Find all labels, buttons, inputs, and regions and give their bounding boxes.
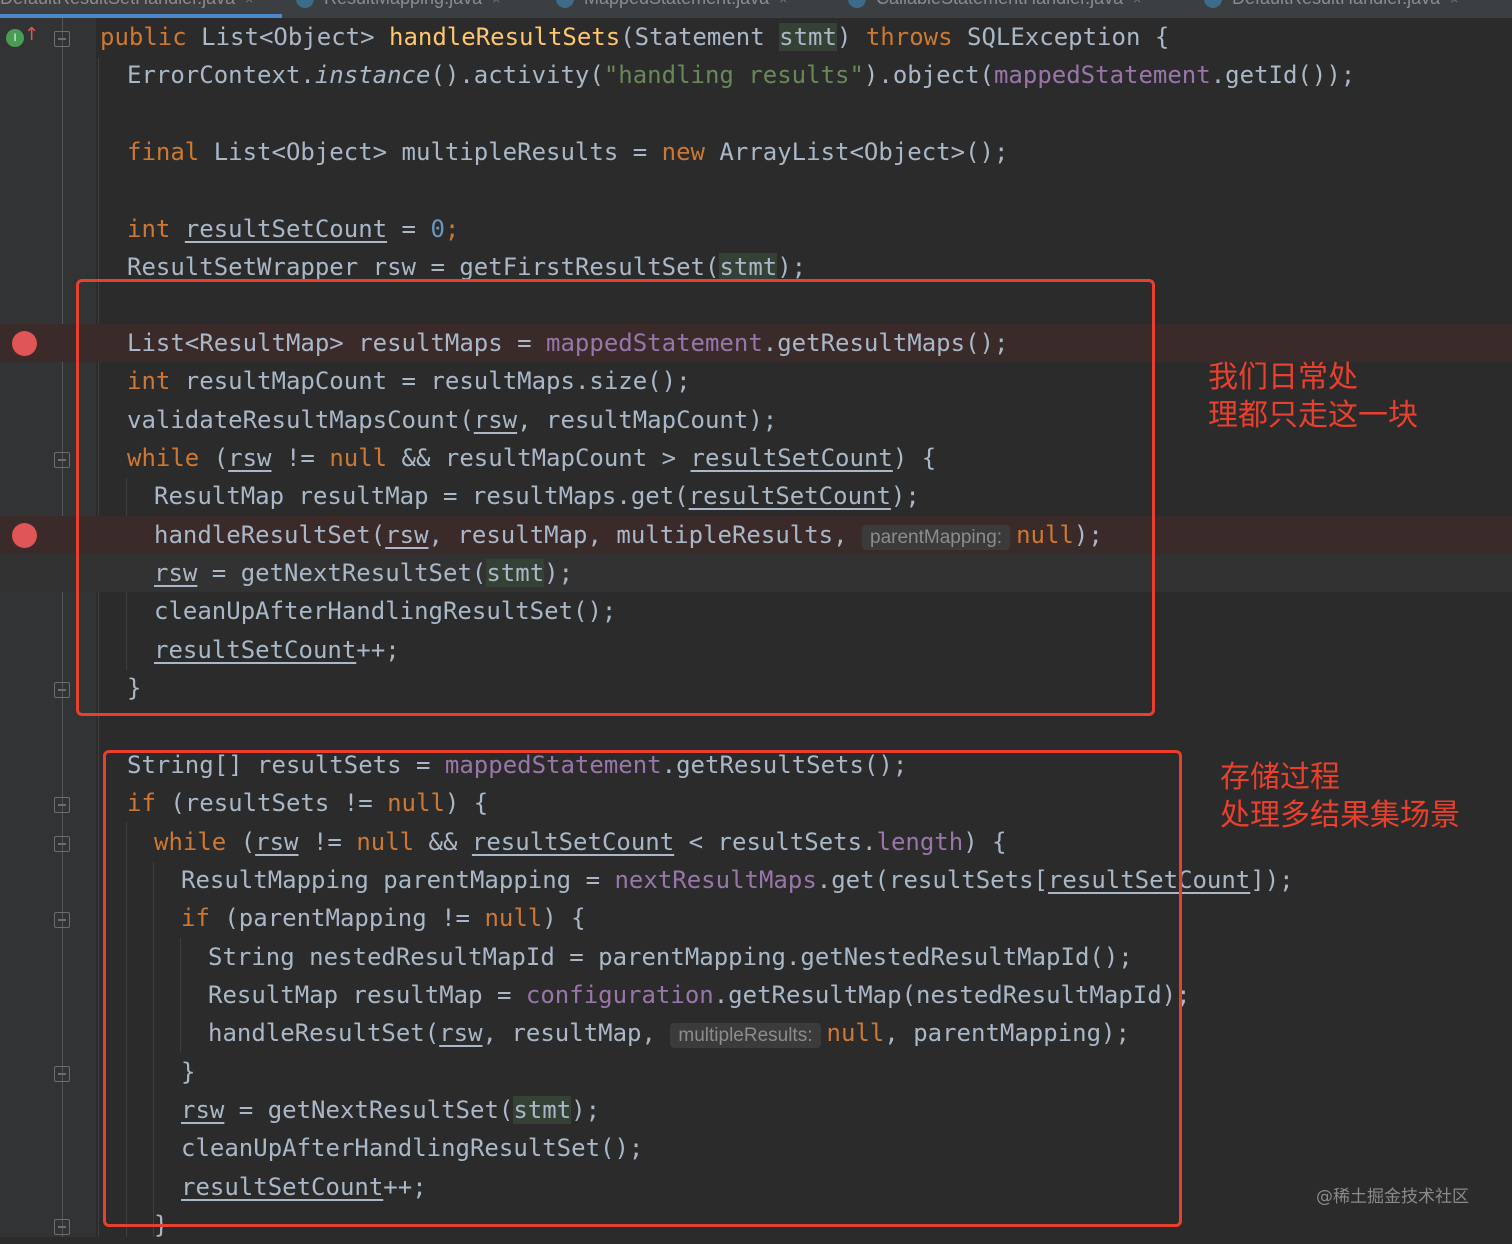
annotation-note-normal-flow: 我们日常处 理都只走这一块	[1208, 359, 1418, 435]
close-icon[interactable]: ×	[1450, 0, 1458, 7]
code-line[interactable]: public List<Object> handleResultSets(Sta…	[0, 18, 1512, 56]
tab-mapped-statement[interactable]: MappedStatement.java ×	[556, 0, 787, 12]
annotation-line: 处理多结果集场景	[1220, 798, 1460, 833]
java-class-icon	[296, 0, 314, 9]
tab-result-mapping[interactable]: ResultMapping.java ×	[296, 0, 500, 12]
close-icon[interactable]: ×	[245, 0, 253, 7]
tab-label: MappedStatement.java	[584, 0, 769, 8]
close-icon[interactable]: ×	[1133, 0, 1141, 7]
java-class-icon	[848, 0, 866, 9]
close-icon[interactable]: ×	[779, 0, 787, 7]
code-text: public List<Object> handleResultSets(Sta…	[100, 23, 1170, 51]
code-text: int resultSetCount = 0;	[127, 215, 460, 243]
code-line[interactable]: ErrorContext.instance().activity("handli…	[0, 56, 1512, 94]
code-line[interactable]: int resultSetCount = 0;	[0, 210, 1512, 248]
annotation-line: 我们日常处	[1208, 360, 1358, 395]
tab-label: CallableStatementHandler.java	[876, 0, 1123, 8]
tab-label: DefaultResultSetHandler.java	[0, 0, 235, 8]
fold-icon[interactable]	[54, 912, 70, 928]
java-class-icon	[556, 0, 574, 9]
code-text: ResultSetWrapper rsw = getFirstResultSet…	[127, 253, 807, 281]
code-text: final List<Object> multipleResults = new…	[127, 138, 1009, 166]
tab-label: ResultMapping.java	[324, 0, 482, 8]
annotation-note-stored-procedure: 存储过程 处理多结果集场景	[1220, 759, 1460, 835]
tab-callable-statement-handler[interactable]: CallableStatementHandler.java ×	[848, 0, 1141, 12]
code-line[interactable]: final List<Object> multipleResults = new…	[0, 133, 1512, 171]
fold-icon[interactable]	[54, 836, 70, 852]
close-icon[interactable]: ×	[492, 0, 500, 7]
annotation-box-normal-flow	[76, 279, 1155, 716]
fold-icon[interactable]	[54, 1219, 70, 1235]
fold-icon[interactable]	[54, 797, 70, 813]
fold-icon[interactable]	[54, 682, 70, 698]
fold-icon[interactable]	[54, 1066, 70, 1082]
tab-default-result-handler[interactable]: DefaultResultHandler.java ×	[1204, 0, 1458, 12]
fold-icon[interactable]	[54, 452, 70, 468]
annotation-box-stored-procedure	[103, 750, 1182, 1227]
editor-tab-bar: DefaultResultSetHandler.java × ResultMapp…	[0, 0, 1512, 18]
tab-default-result-set-handler[interactable]: DefaultResultSetHandler.java ×	[0, 0, 253, 12]
fold-icon[interactable]	[54, 31, 70, 47]
breakpoint-icon[interactable]	[12, 331, 37, 356]
annotation-line: 存储过程	[1220, 760, 1340, 795]
java-class-icon	[1204, 0, 1222, 9]
annotation-line: 理都只走这一块	[1208, 398, 1418, 433]
code-text: ErrorContext.instance().activity("handli…	[127, 61, 1356, 89]
breakpoint-icon[interactable]	[12, 523, 37, 548]
watermark: @稀土掘金技术社区	[1316, 1187, 1469, 1207]
tab-label: DefaultResultHandler.java	[1232, 0, 1440, 8]
